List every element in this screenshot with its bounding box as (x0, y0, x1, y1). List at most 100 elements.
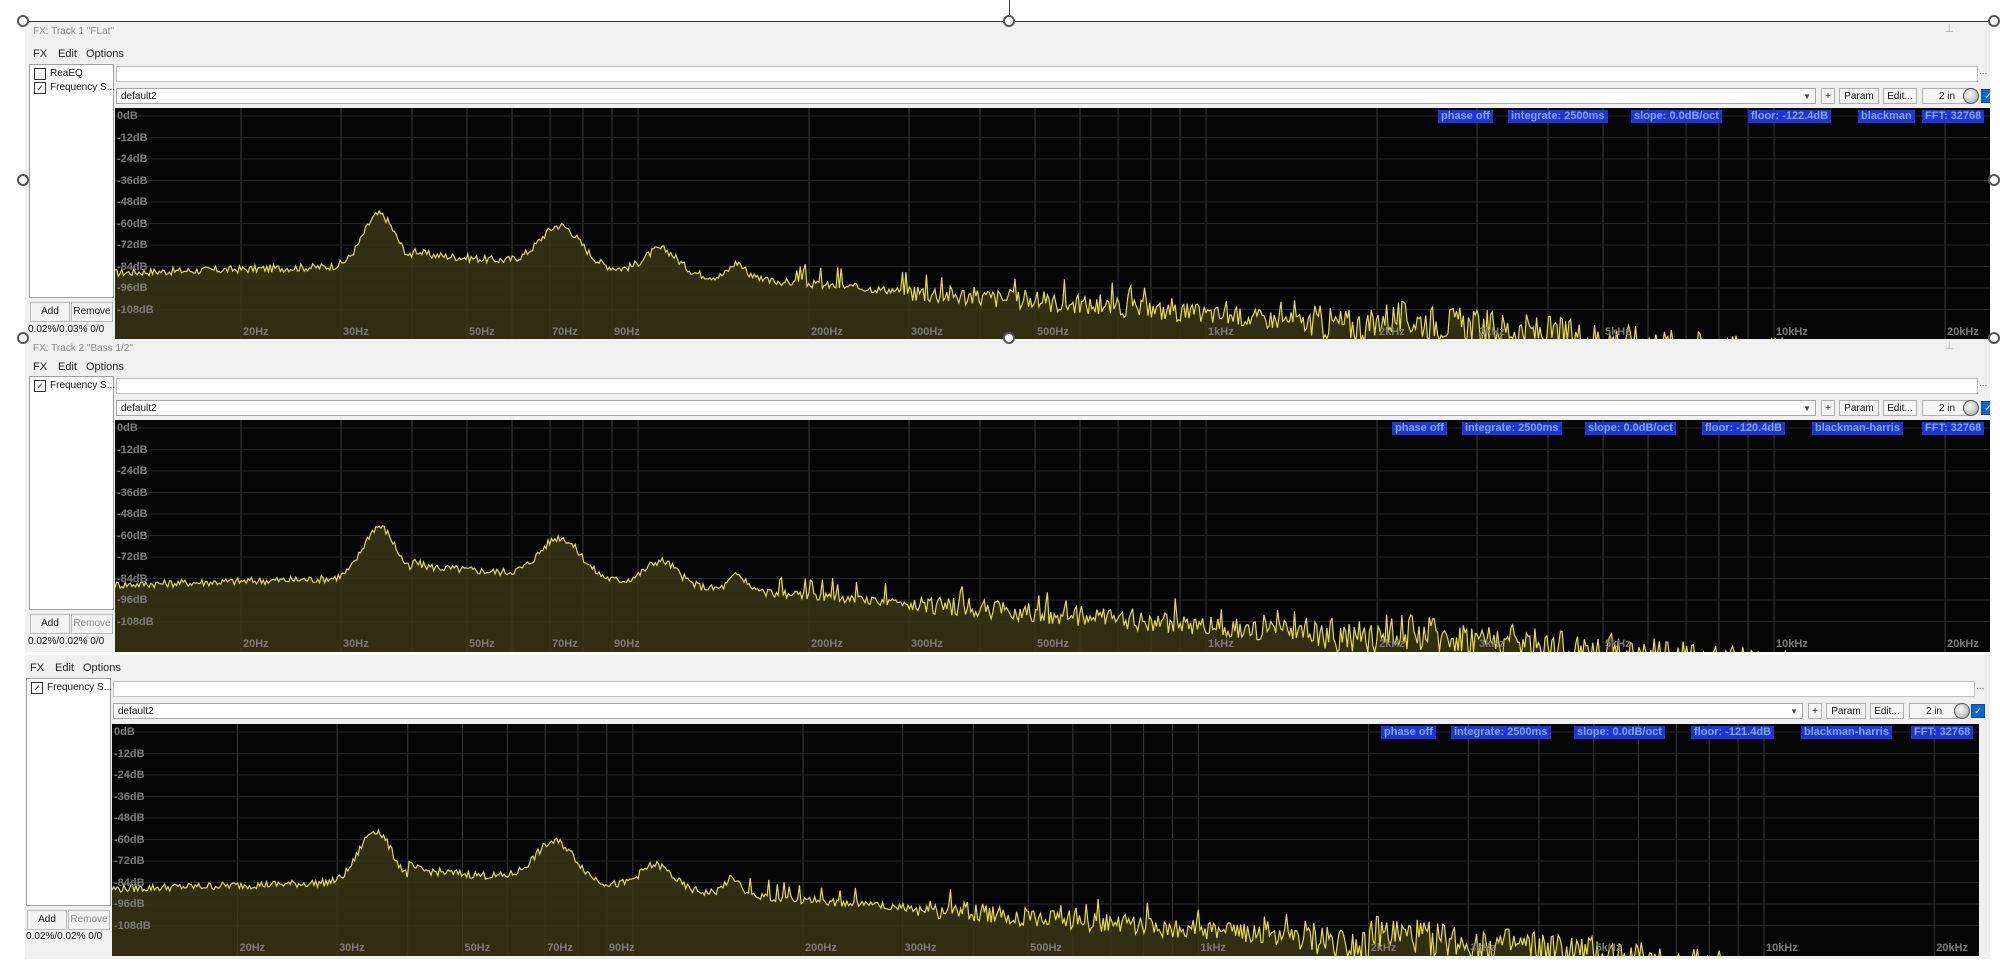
freq-axis-label: 5kHz (1605, 638, 1631, 650)
edit-button[interactable]: Edit... (1883, 400, 1917, 416)
spectrum-display[interactable]: phase off integrate: 2500ms slope: 0.0dB/o… (115, 108, 1990, 340)
fx-item-frequency-spectrum[interactable]: ✓ Frequency S... (32, 379, 115, 392)
resize-handle-mid-left[interactable] (17, 174, 29, 186)
pin-icon[interactable]: ⊥ (1944, 339, 1954, 352)
spectrum-fill (115, 525, 1990, 652)
wet-knob[interactable] (1963, 88, 1979, 104)
bypass-checkbox[interactable] (34, 68, 46, 80)
fx-item-label: Frequency S... (47, 682, 113, 693)
status-tag[interactable]: FFT: 32768 (1922, 422, 1985, 435)
edit-button[interactable]: Edit... (1883, 88, 1917, 104)
freq-axis-label: 200Hz (805, 942, 837, 954)
freq-axis-label: 10kHz (1776, 638, 1808, 650)
resize-handle-top-right[interactable] (1988, 15, 2000, 27)
edit-button[interactable]: Edit... (1870, 703, 1904, 719)
db-axis-label: 0dB (117, 422, 138, 434)
add-fx-button[interactable]: Add (30, 614, 70, 634)
status-tag[interactable]: phase off (1381, 726, 1436, 739)
resize-handle-bottom-right[interactable] (1988, 332, 2000, 344)
freq-axis-label: 10kHz (1765, 942, 1798, 954)
status-tag[interactable]: blackman (1858, 110, 1915, 123)
status-tag[interactable]: floor: -122.4dB (1748, 110, 1832, 123)
db-axis-label: -84dB (114, 876, 145, 889)
preset-dropdown[interactable]: default2 ▼ (113, 703, 1803, 719)
enable-checkbox[interactable]: ✓ (1971, 704, 1985, 718)
param-button[interactable]: Param (1839, 400, 1879, 416)
bypass-checkbox[interactable]: ✓ (34, 380, 46, 392)
freq-axis-label: 90Hz (614, 638, 640, 650)
status-tag[interactable]: slope: 0.0dB/oct (1631, 110, 1722, 123)
resize-handle-top-left[interactable] (17, 15, 29, 27)
bypass-checkbox[interactable]: ✓ (34, 82, 46, 94)
db-axis-label: -12dB (117, 443, 148, 456)
db-axis-label: -24dB (114, 769, 145, 781)
remove-fx-button[interactable]: Remove (71, 614, 113, 634)
status-tag[interactable]: floor: -120.4dB (1702, 422, 1786, 435)
freq-axis-label: 30Hz (343, 638, 369, 650)
more-icon[interactable]: ... (1976, 681, 1984, 692)
status-tag[interactable]: integrate: 2500ms (1462, 422, 1562, 435)
status-tag[interactable]: slope: 0.0dB/oct (1585, 422, 1676, 435)
menu-fx[interactable]: FX (30, 659, 44, 677)
add-fx-button[interactable]: Add (27, 910, 67, 930)
preset-dropdown[interactable]: default2 ▼ (116, 400, 1816, 416)
menu-options[interactable]: Options (86, 45, 124, 63)
status-tag[interactable]: FFT: 32768 (1922, 110, 1985, 123)
fx-param-field[interactable] (116, 66, 1978, 82)
status-tag[interactable]: integrate: 2500ms (1451, 726, 1551, 739)
bypass-checkbox[interactable]: ✓ (31, 682, 43, 694)
resize-handle-bottom-mid[interactable] (1003, 332, 1015, 344)
fx-chain-list[interactable]: ✓ Frequency S... (26, 678, 113, 906)
status-tag[interactable]: blackman-harris (1801, 726, 1892, 739)
fx-param-field[interactable] (116, 378, 1978, 394)
wet-knob[interactable] (1954, 703, 1970, 719)
preset-add-button[interactable]: + (1808, 703, 1822, 719)
resize-handle-mid-right[interactable] (1988, 174, 2000, 186)
status-tag[interactable]: integrate: 2500ms (1508, 110, 1608, 123)
status-tag[interactable]: blackman-harris (1812, 422, 1903, 435)
menu-edit[interactable]: Edit (58, 45, 77, 63)
more-icon[interactable]: ... (1979, 66, 1987, 77)
fx-item-frequency-spectrum[interactable]: ✓ Frequency S... (32, 81, 116, 94)
remove-fx-button[interactable]: Remove (68, 910, 110, 930)
status-tag[interactable]: phase off (1392, 422, 1447, 435)
freq-axis-label: 20Hz (243, 638, 269, 650)
spectrum-display[interactable]: phase off integrate: 2500ms slope: 0.0dB/o… (115, 420, 1990, 652)
spectrum-display[interactable]: phase off integrate: 2500ms slope: 0.0dB/o… (112, 724, 1979, 956)
freq-axis-label: 30Hz (339, 942, 365, 954)
enable-checkbox[interactable]: ✓ (1981, 89, 1990, 103)
menu-options[interactable]: Options (86, 358, 124, 376)
fx-chain-list[interactable]: ✓ Frequency S... (29, 376, 115, 610)
fx-param-field[interactable] (113, 681, 1975, 697)
preset-dropdown[interactable]: default2 ▼ (116, 88, 1816, 104)
param-button[interactable]: Param (1839, 88, 1879, 104)
menu-edit[interactable]: Edit (55, 659, 74, 677)
menu-edit[interactable]: Edit (58, 358, 77, 376)
fx-chain-list[interactable]: ReaEQ ✓ Frequency S... (29, 64, 116, 298)
status-tag[interactable]: floor: -121.4dB (1691, 726, 1775, 739)
preset-add-button[interactable]: + (1821, 400, 1835, 416)
menu-options[interactable]: Options (83, 659, 121, 677)
fx-item-label: Frequency S... (50, 82, 116, 93)
preset-add-button[interactable]: + (1821, 88, 1835, 104)
fx-item-reaeq[interactable]: ReaEQ (32, 67, 112, 80)
fx-item-frequency-spectrum[interactable]: ✓ Frequency S... (29, 681, 113, 694)
enable-checkbox[interactable]: ✓ (1981, 401, 1990, 415)
io-routing-button[interactable]: 2 in (1909, 703, 1959, 719)
status-tag[interactable]: slope: 0.0dB/oct (1574, 726, 1665, 739)
param-button[interactable]: Param (1826, 703, 1866, 719)
add-fx-button[interactable]: Add (30, 302, 70, 322)
more-icon[interactable]: ... (1979, 378, 1987, 389)
pin-icon[interactable]: ⊥ (1944, 22, 1954, 35)
freq-axis-label: 2kHz (1379, 638, 1405, 650)
menu-fx[interactable]: FX (33, 358, 47, 376)
resize-handle-top-mid[interactable] (1003, 15, 1015, 27)
resize-handle-bottom-left[interactable] (17, 332, 29, 344)
freq-axis-label: 90Hz (608, 942, 635, 954)
status-tag[interactable]: phase off (1438, 110, 1493, 123)
db-axis-label: -12dB (117, 131, 148, 144)
status-tag[interactable]: FFT: 32768 (1911, 726, 1974, 739)
menu-fx[interactable]: FX (33, 45, 47, 63)
wet-knob[interactable] (1963, 400, 1979, 416)
remove-fx-button[interactable]: Remove (71, 302, 113, 322)
